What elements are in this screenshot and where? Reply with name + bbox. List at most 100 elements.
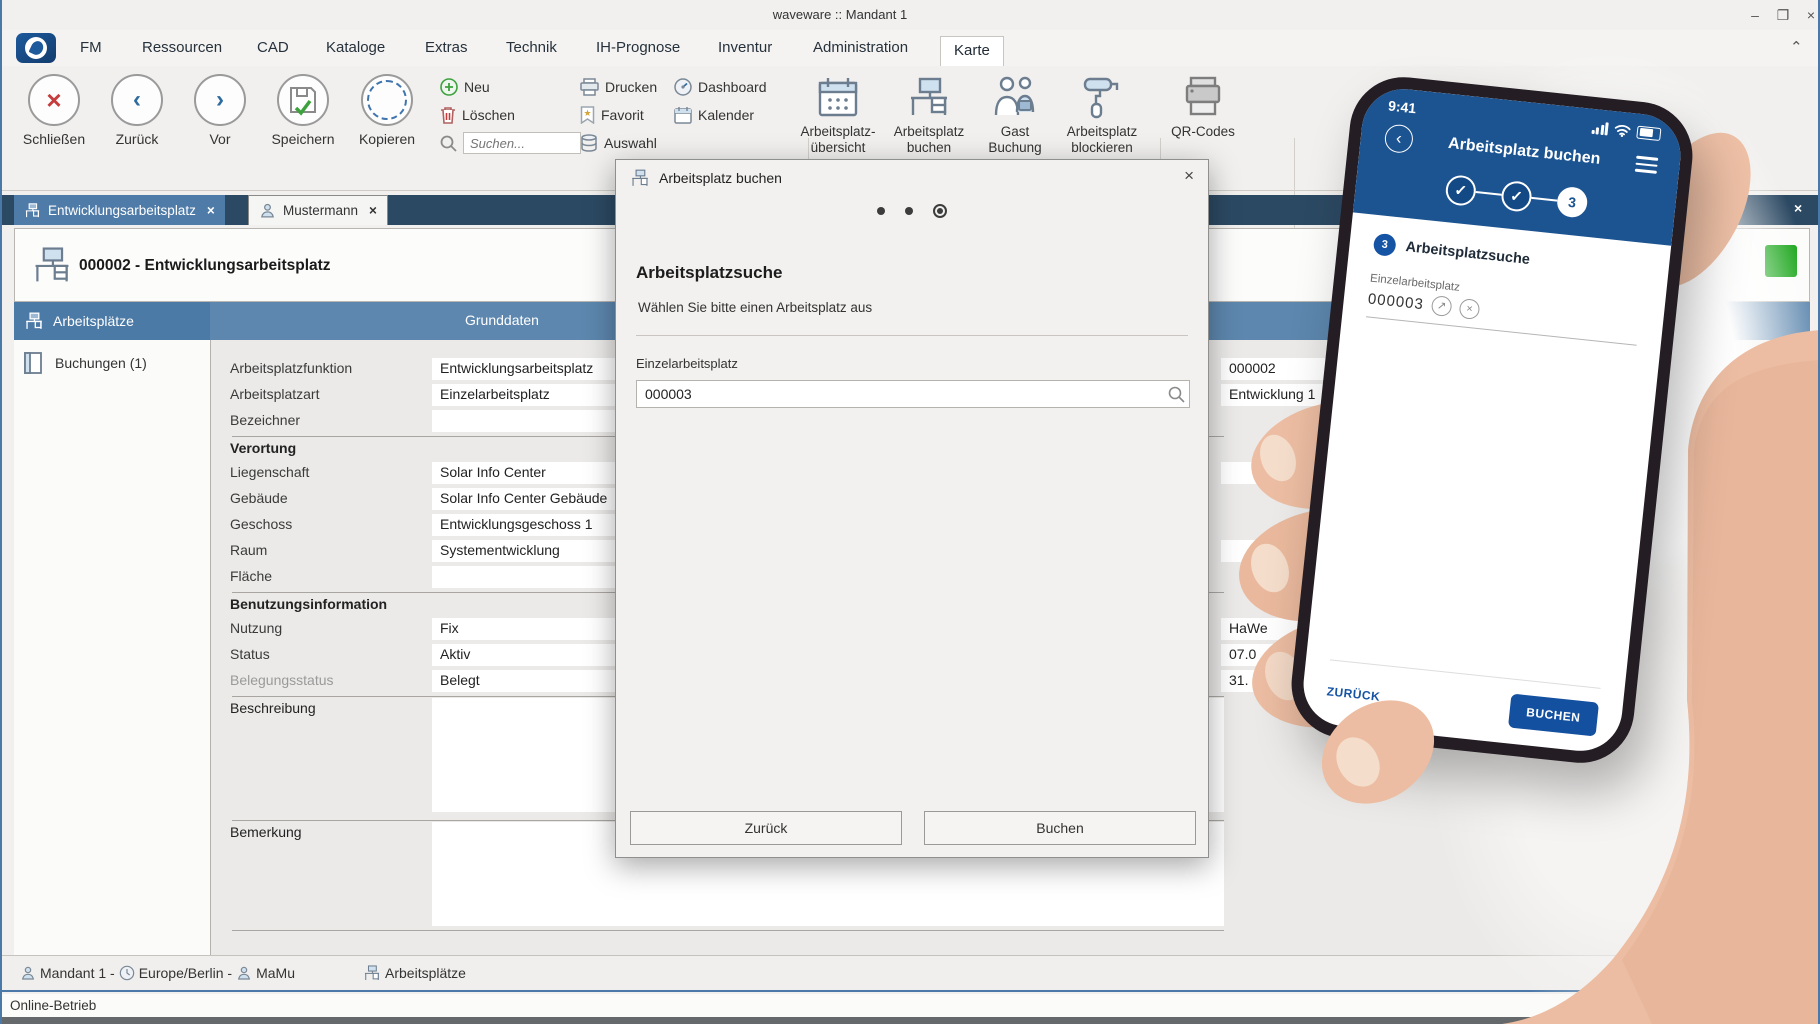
desk-icon [906, 74, 952, 120]
dashboard-button[interactable]: Dashboard [674, 76, 767, 98]
phone-body: 3 Arbeitsplatzsuche Einzelarbeitsplatz 0… [1299, 212, 1671, 755]
svg-text:★: ★ [583, 108, 591, 118]
close-x-icon: × [46, 87, 61, 113]
clear-field-icon[interactable]: × [1459, 298, 1481, 320]
window-title: waveware :: Mandant 1 [2, 7, 1678, 22]
field-label: Status [230, 646, 270, 662]
grunddaten-label: Grunddaten [465, 312, 539, 328]
menu-tab-administration[interactable]: Administration [807, 36, 914, 60]
kalender-button[interactable]: Kalender [674, 104, 754, 126]
sidebar-item-buchungen[interactable]: Buchungen (1) [14, 340, 210, 374]
desk-icon [31, 244, 73, 286]
neu-button[interactable]: Neu [440, 76, 490, 98]
dialog-heading: Arbeitsplatzsuche [636, 263, 782, 283]
step-indicator [616, 204, 1208, 218]
phone-clock: 9:41 [1387, 97, 1417, 116]
field-label: Belegungsstatus [230, 672, 334, 688]
app-logo-icon[interactable] [16, 33, 56, 63]
submit-search-icon[interactable]: ↗ [1431, 295, 1453, 317]
section-benutzungsinformation: Benutzungsinformation [230, 596, 387, 612]
menu-tab-ressourcen[interactable]: Ressourcen [136, 36, 228, 60]
drucken-button[interactable]: Drucken [580, 76, 657, 98]
gauge-icon [674, 78, 692, 96]
speichern-button[interactable]: Speichern [261, 74, 345, 147]
arbeitsplatz-uebersicht-button[interactable]: Arbeitsplatz-übersicht [794, 74, 882, 156]
tab-entwicklungsarbeitsplatz[interactable]: Entwicklungsarbeitsplatz × [14, 195, 225, 225]
dialog-title-bar: Arbeitsplatz buchen [630, 168, 782, 188]
phone-book-button[interactable]: BUCHEN [1508, 694, 1599, 737]
search-input[interactable] [463, 132, 581, 154]
menu-tab-fm[interactable]: FM [74, 36, 108, 60]
minimize-button[interactable]: – [1744, 5, 1766, 25]
dialog-back-button[interactable]: Zurück [630, 811, 902, 845]
collapse-ribbon-icon[interactable]: ⌃ [1790, 38, 1803, 56]
menu-tab-cad[interactable]: CAD [251, 36, 295, 60]
plus-circle-icon [440, 78, 458, 96]
vor-button[interactable]: › Vor [178, 74, 262, 147]
section-step-badge: 3 [1373, 233, 1397, 257]
user-label: MaMu [256, 965, 295, 981]
close-button[interactable]: × [1800, 5, 1820, 25]
field-label: Arbeitsplatzart [230, 386, 319, 402]
close-tab-icon[interactable]: × [207, 203, 215, 218]
menu-tab-technik[interactable]: Technik [500, 36, 563, 60]
battery-icon [1636, 125, 1661, 140]
zurueck-button[interactable]: ‹ Zurück [95, 74, 179, 147]
menu-tab-karte[interactable]: Karte [940, 36, 1004, 67]
trash-icon [440, 106, 456, 124]
person-icon [259, 202, 276, 219]
dialog-book-button[interactable]: Buchen [924, 811, 1196, 845]
menu-tab-kataloge[interactable]: Kataloge [320, 36, 391, 60]
desk-icon [630, 168, 650, 188]
search-icon [440, 135, 457, 152]
printer-icon [580, 78, 599, 96]
einzelarbeitsplatz-input[interactable] [636, 380, 1190, 408]
phone-section-title: Arbeitsplatzsuche [1405, 239, 1531, 268]
close-tab-icon[interactable]: × [369, 203, 377, 218]
hamburger-menu-icon[interactable] [1634, 152, 1658, 178]
database-icon [580, 134, 598, 152]
copy-icon [367, 80, 407, 120]
phone-back-button[interactable]: ZURÜCK [1326, 684, 1381, 704]
dialog-subtitle: Wählen Sie bitte einen Arbeitsplatz aus [638, 300, 872, 315]
field-label: Nutzung [230, 620, 282, 636]
menu-tab-extras[interactable]: Extras [419, 36, 474, 60]
client-label: Mandant 1 - [40, 965, 115, 981]
person-icon [236, 965, 252, 981]
sidebar-header-arbeitsplaetze[interactable]: Arbeitsplätze [14, 302, 210, 340]
auswahl-button[interactable]: Auswahl [580, 132, 657, 154]
schliessen-button[interactable]: × Schließen [12, 74, 96, 147]
menu-tab-inventur[interactable]: Inventur [712, 36, 778, 60]
dialog-title: Arbeitsplatz buchen [659, 170, 782, 186]
phone-stepper: ✓ ✓ 3 [1379, 167, 1655, 225]
menu-tab-ih-prognose[interactable]: IH-Prognose [590, 36, 686, 60]
gast-buchung-button[interactable]: GastBuchung [971, 74, 1059, 156]
field-label: Bemerkung [230, 824, 302, 840]
clock-icon [119, 965, 135, 981]
title-bar: waveware :: Mandant 1 – ❐ × [2, 0, 1818, 30]
smartphone: 9:41 ‹ Arbeitsplatz buchen [1286, 72, 1698, 768]
phone-title: Arbeitsplatz buchen [1412, 131, 1637, 172]
desk-icon [363, 964, 381, 982]
phone-back-icon[interactable]: ‹ [1384, 123, 1415, 154]
field-label: Fläche [230, 568, 272, 584]
kopieren-button[interactable]: Kopieren [345, 74, 429, 147]
field-label: Liegenschaft [230, 464, 309, 480]
step-dot-active [933, 204, 947, 218]
chevron-right-icon: › [216, 88, 224, 112]
favorit-button[interactable]: ★ Favorit [580, 104, 644, 126]
arbeitsplatz-buchen-dialog: Arbeitsplatz buchen × Arbeitsplatzsuche … [615, 159, 1209, 858]
bookmark-star-icon: ★ [580, 106, 595, 124]
loeschen-button[interactable]: Löschen [440, 104, 515, 126]
restore-button[interactable]: ❐ [1772, 5, 1794, 25]
step-done-icon: ✓ [1444, 174, 1477, 207]
arbeitsplatz-blockieren-button[interactable]: Arbeitsplatzblockieren [1058, 74, 1146, 156]
tab-mustermann[interactable]: Mustermann × [248, 195, 388, 225]
record-title: 000002 - Entwicklungsarbeitsplatz [79, 257, 331, 275]
chevron-left-icon: ‹ [133, 88, 141, 112]
field-label: Beschreibung [230, 700, 316, 716]
arbeitsplatz-buchen-button[interactable]: Arbeitsplatzbuchen [885, 74, 973, 156]
step-dot [877, 207, 885, 215]
phone-screen: 9:41 ‹ Arbeitsplatz buchen [1299, 85, 1684, 755]
people-icon [992, 74, 1038, 120]
